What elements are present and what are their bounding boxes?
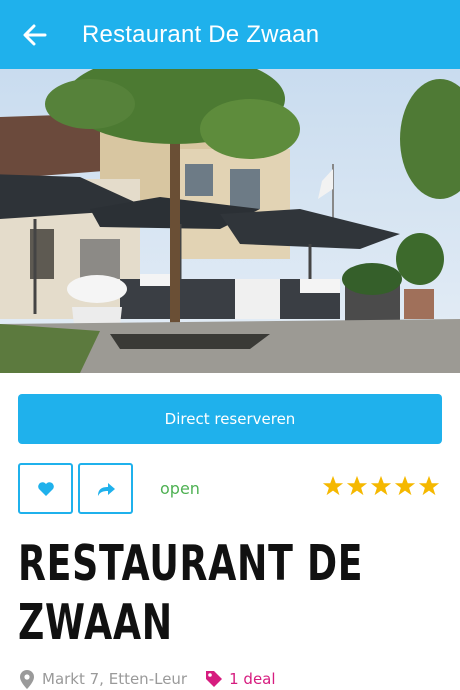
- star-icon: [394, 475, 416, 496]
- address: Markt 7, Etten-Leur: [42, 670, 188, 688]
- tag-icon: [206, 671, 223, 687]
- location-pin-icon: [20, 669, 34, 689]
- app-bar: Restaurant De Zwaan: [0, 0, 460, 69]
- restaurant-name-line2: ZWAAN: [18, 594, 173, 651]
- heart-icon: [37, 481, 54, 496]
- star-icon: [418, 475, 440, 496]
- restaurant-name-line1: RESTAURANT DE: [18, 535, 364, 592]
- star-icon: [322, 475, 344, 496]
- back-button[interactable]: [0, 0, 70, 69]
- arrow-left-icon: [23, 24, 47, 45]
- restaurant-name: RESTAURANT DE ZWAAN: [18, 534, 447, 652]
- app-bar-title: Restaurant De Zwaan: [82, 20, 320, 48]
- share-button[interactable]: [78, 463, 133, 514]
- share-arrow-icon: [97, 482, 115, 496]
- restaurant-photo: [0, 69, 460, 373]
- star-icon: [370, 475, 392, 496]
- open-status: open: [160, 479, 200, 498]
- star-icon: [346, 475, 368, 496]
- reserve-button[interactable]: Direct reserveren: [18, 394, 442, 444]
- restaurant-meta: Markt 7, Etten-Leur 1 deal: [20, 667, 276, 690]
- star-rating: [322, 475, 440, 497]
- deal-link[interactable]: 1 deal: [205, 670, 276, 688]
- deal-label: 1 deal: [229, 670, 276, 688]
- favorite-button[interactable]: [18, 463, 73, 514]
